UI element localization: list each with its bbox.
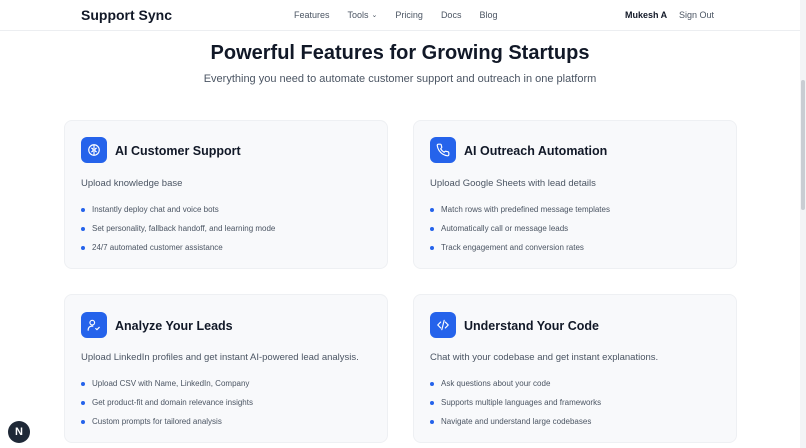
bullet-dot-icon (81, 207, 85, 212)
brain-icon (81, 137, 107, 163)
list-item-text: Get product-fit and domain relevance ins… (92, 398, 253, 407)
feature-card-customer-support: AI Customer Support Upload knowledge bas… (64, 120, 388, 269)
nav-links: Features Tools ⌄ Pricing Docs Blog (294, 10, 515, 20)
page-title: Powerful Features for Growing Startups (210, 42, 590, 64)
list-item-text: Set personality, fallback handoff, and l… (92, 224, 276, 233)
nav-link-features[interactable]: Features (294, 10, 330, 20)
list-item: 24/7 automated customer assistance (81, 238, 275, 257)
list-item: Instantly deploy chat and voice bots (81, 200, 275, 219)
card-bullet-list: Instantly deploy chat and voice bots Set… (81, 200, 275, 257)
bullet-dot-icon (81, 381, 85, 386)
card-bullet-list: Ask questions about your code Supports m… (430, 374, 601, 431)
list-item: Match rows with predefined message templ… (430, 200, 610, 219)
nav-link-blog[interactable]: Blog (479, 10, 497, 20)
code-icon (430, 312, 456, 338)
top-navbar: Support Sync Features Tools ⌄ Pricing Doc… (0, 0, 806, 31)
list-item-text: Track engagement and conversion rates (441, 243, 584, 252)
feature-card-understand-code: Understand Your Code Chat with your code… (413, 294, 737, 443)
user-check-icon (81, 312, 107, 338)
dev-tools-button[interactable]: N (8, 421, 30, 443)
feature-card-analyze-leads: Analyze Your Leads Upload LinkedIn profi… (64, 294, 388, 443)
list-item-text: 24/7 automated customer assistance (92, 243, 223, 252)
page-subtitle: Everything you need to automate customer… (203, 73, 597, 85)
list-item: Supports multiple languages and framewor… (430, 393, 601, 412)
card-description: Upload LinkedIn profiles and get instant… (81, 352, 359, 363)
list-item: Navigate and understand large codebases (430, 412, 601, 431)
list-item-text: Supports multiple languages and framewor… (441, 398, 602, 407)
nav-link-docs[interactable]: Docs (441, 10, 462, 20)
list-item: Automatically call or message leads (430, 219, 610, 238)
list-item-text: Match rows with predefined message templ… (441, 205, 610, 214)
card-title: AI Outreach Automation (464, 144, 608, 158)
sign-out-button[interactable]: Sign Out (679, 10, 714, 20)
brand-logo[interactable]: Support Sync (81, 7, 172, 23)
card-description: Upload knowledge base (81, 178, 183, 189)
bullet-dot-icon (430, 245, 434, 250)
list-item: Track engagement and conversion rates (430, 238, 610, 257)
nav-link-tools[interactable]: Tools ⌄ (348, 10, 378, 20)
bullet-dot-icon (430, 381, 434, 386)
list-item-text: Automatically call or message leads (441, 224, 569, 233)
user-name[interactable]: Mukesh A (625, 10, 667, 20)
nav-link-tools-label: Tools (347, 10, 369, 20)
card-title: Understand Your Code (464, 319, 599, 333)
card-bullet-list: Upload CSV with Name, LinkedIn, Company … (81, 374, 253, 431)
bullet-dot-icon (81, 245, 85, 250)
card-description: Chat with your codebase and get instant … (430, 352, 659, 363)
list-item-text: Upload CSV with Name, LinkedIn, Company (92, 379, 250, 388)
list-item: Get product-fit and domain relevance ins… (81, 393, 253, 412)
card-title: Analyze Your Leads (115, 319, 233, 333)
chevron-down-icon: ⌄ (371, 12, 378, 19)
list-item: Upload CSV with Name, LinkedIn, Company (81, 374, 253, 393)
scrollbar-track[interactable] (800, 0, 806, 448)
list-item-text: Navigate and understand large codebases (441, 417, 592, 426)
list-item: Custom prompts for tailored analysis (81, 412, 253, 431)
bullet-dot-icon (430, 226, 434, 231)
bullet-dot-icon (430, 207, 434, 212)
bullet-dot-icon (81, 400, 85, 405)
scrollbar-thumb[interactable] (801, 80, 805, 210)
nav-link-pricing[interactable]: Pricing (395, 10, 423, 20)
card-title: AI Customer Support (115, 144, 241, 158)
card-description: Upload Google Sheets with lead details (430, 178, 596, 189)
bullet-dot-icon (430, 400, 434, 405)
bullet-dot-icon (430, 419, 434, 424)
list-item: Ask questions about your code (430, 374, 601, 393)
list-item-text: Instantly deploy chat and voice bots (92, 205, 219, 214)
phone-icon (430, 137, 456, 163)
bullet-dot-icon (81, 226, 85, 231)
card-bullet-list: Match rows with predefined message templ… (430, 200, 610, 257)
list-item-text: Custom prompts for tailored analysis (92, 417, 222, 426)
feature-card-outreach-automation: AI Outreach Automation Upload Google She… (413, 120, 737, 269)
bullet-dot-icon (81, 419, 85, 424)
list-item-text: Ask questions about your code (441, 379, 551, 388)
list-item: Set personality, fallback handoff, and l… (81, 219, 275, 238)
